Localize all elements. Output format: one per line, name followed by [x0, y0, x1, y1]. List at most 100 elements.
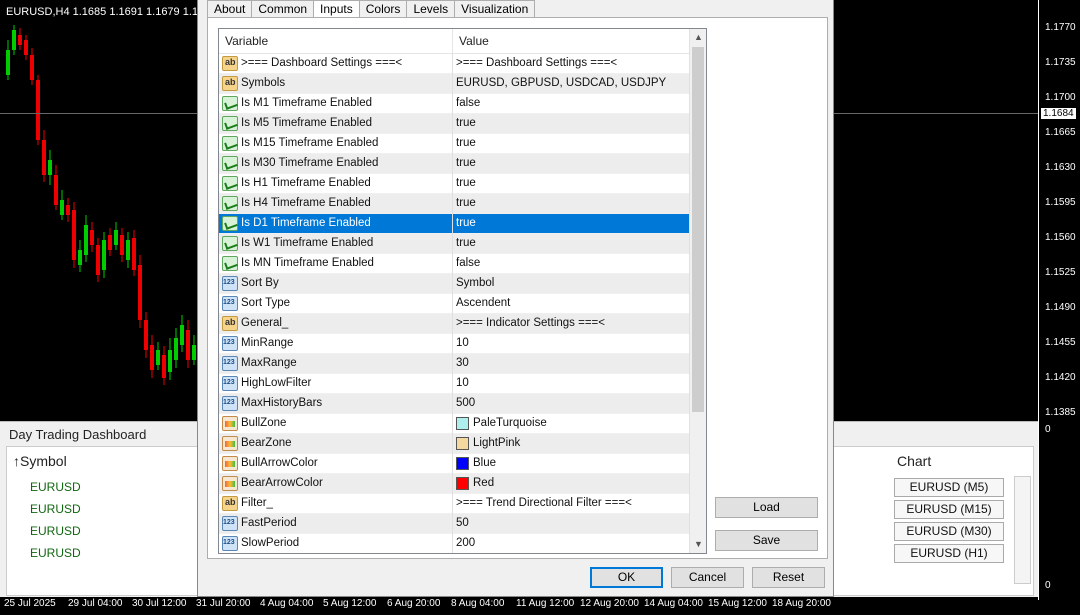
variable-cell[interactable]: Is H4 Timeframe Enabled	[219, 194, 453, 214]
chart-button-m5[interactable]: EURUSD (M5)	[894, 478, 1004, 497]
input-row[interactable]: Is MN Timeframe Enabled false	[219, 254, 689, 274]
symbol-column-header[interactable]: ↑Symbol	[13, 453, 67, 469]
input-row[interactable]: Is M5 Timeframe Enabled true	[219, 114, 689, 134]
tab-visualization[interactable]: Visualization	[455, 0, 536, 18]
value-cell[interactable]: >=== Indicator Settings ===<	[453, 314, 689, 334]
cancel-button[interactable]: Cancel	[671, 567, 744, 588]
input-row[interactable]: HighLowFilter 10	[219, 374, 689, 394]
value-cell[interactable]: Ascendent	[453, 294, 689, 314]
scroll-up-icon[interactable]: ▲	[690, 29, 706, 46]
value-cell[interactable]: 200	[453, 534, 689, 553]
value-cell[interactable]: 10	[453, 334, 689, 354]
variable-column-header[interactable]: Variable	[219, 29, 453, 54]
grid-scrollbar[interactable]: ▲ ▼	[689, 29, 706, 553]
tab-common[interactable]: Common	[252, 0, 315, 18]
variable-cell[interactable]: Sort Type	[219, 294, 453, 314]
variable-cell[interactable]: FastPeriod	[219, 514, 453, 534]
input-row[interactable]: Is D1 Timeframe Enabled true	[219, 214, 689, 234]
variable-cell[interactable]: Sort By	[219, 274, 453, 294]
value-cell[interactable]: false	[453, 254, 689, 274]
variable-cell[interactable]: Is M1 Timeframe Enabled	[219, 94, 453, 114]
variable-cell[interactable]: >=== Dashboard Settings ===<	[219, 54, 453, 74]
value-cell[interactable]: >=== Trend Directional Filter ===<	[453, 494, 689, 514]
variable-cell[interactable]: HighLowFilter	[219, 374, 453, 394]
input-row[interactable]: Symbols EURUSD, GBPUSD, USDCAD, USDJPY	[219, 74, 689, 94]
variable-cell[interactable]: Is D1 Timeframe Enabled	[219, 214, 453, 234]
symbol-item[interactable]: EURUSD	[30, 524, 81, 538]
dashboard-scrollbar[interactable]	[1014, 476, 1031, 584]
value-cell[interactable]: PaleTurquoise	[453, 414, 689, 434]
scroll-thumb[interactable]	[692, 47, 704, 412]
input-row[interactable]: MaxHistoryBars 500	[219, 394, 689, 414]
input-row[interactable]: Sort Type Ascendent	[219, 294, 689, 314]
value-cell[interactable]: true	[453, 234, 689, 254]
input-row[interactable]: FastPeriod 50	[219, 514, 689, 534]
input-row[interactable]: Is M1 Timeframe Enabled false	[219, 94, 689, 114]
value-cell[interactable]: >=== Dashboard Settings ===<	[453, 54, 689, 74]
save-button[interactable]: Save	[715, 530, 818, 551]
input-row[interactable]: MaxRange 30	[219, 354, 689, 374]
input-row[interactable]: MinRange 10	[219, 334, 689, 354]
value-cell[interactable]: true	[453, 194, 689, 214]
input-row[interactable]: Is M30 Timeframe Enabled true	[219, 154, 689, 174]
tab-about[interactable]: About	[207, 0, 253, 18]
value-cell[interactable]: false	[453, 94, 689, 114]
value-cell[interactable]: 500	[453, 394, 689, 414]
symbol-item[interactable]: EURUSD	[30, 546, 81, 560]
input-row[interactable]: Is H1 Timeframe Enabled true	[219, 174, 689, 194]
variable-cell[interactable]: BullArrowColor	[219, 454, 453, 474]
value-column-header[interactable]: Value	[453, 29, 689, 54]
variable-cell[interactable]: Is MN Timeframe Enabled	[219, 254, 453, 274]
variable-cell[interactable]: BearArrowColor	[219, 474, 453, 494]
value-cell[interactable]: EURUSD, GBPUSD, USDCAD, USDJPY	[453, 74, 689, 94]
value-cell[interactable]: true	[453, 114, 689, 134]
value-cell[interactable]: Blue	[453, 454, 689, 474]
ok-button[interactable]: OK	[590, 567, 663, 588]
value-cell[interactable]: true	[453, 214, 689, 234]
reset-button[interactable]: Reset	[752, 567, 825, 588]
load-button[interactable]: Load	[715, 497, 818, 518]
chart-button-m15[interactable]: EURUSD (M15)	[894, 500, 1004, 519]
variable-cell[interactable]: BullZone	[219, 414, 453, 434]
input-row[interactable]: Is W1 Timeframe Enabled true	[219, 234, 689, 254]
value-cell[interactable]: 50	[453, 514, 689, 534]
chart-button-h1[interactable]: EURUSD (H1)	[894, 544, 1004, 563]
variable-cell[interactable]: Is M15 Timeframe Enabled	[219, 134, 453, 154]
tab-levels[interactable]: Levels	[407, 0, 456, 18]
chart-button-m30[interactable]: EURUSD (M30)	[894, 522, 1004, 541]
variable-cell[interactable]: Is W1 Timeframe Enabled	[219, 234, 453, 254]
variable-cell[interactable]: Symbols	[219, 74, 453, 94]
input-row[interactable]: Sort By Symbol	[219, 274, 689, 294]
input-row[interactable]: BullArrowColor Blue	[219, 454, 689, 474]
variable-cell[interactable]: Is H1 Timeframe Enabled	[219, 174, 453, 194]
value-cell[interactable]: true	[453, 134, 689, 154]
value-cell[interactable]: 30	[453, 354, 689, 374]
input-row[interactable]: Is H4 Timeframe Enabled true	[219, 194, 689, 214]
symbol-item[interactable]: EURUSD	[30, 502, 81, 516]
input-row[interactable]: BullZone PaleTurquoise	[219, 414, 689, 434]
scroll-down-icon[interactable]: ▼	[690, 536, 706, 553]
variable-cell[interactable]: MinRange	[219, 334, 453, 354]
input-row[interactable]: >=== Dashboard Settings ===< >=== Dashboa…	[219, 54, 689, 74]
price-axis[interactable]: 1.1770 1.1735 1.1700 1.1684 1.1665 1.1630 1.15…	[1038, 0, 1080, 600]
input-row[interactable]: Is M15 Timeframe Enabled true	[219, 134, 689, 154]
variable-cell[interactable]: General_	[219, 314, 453, 334]
time-axis[interactable]: 25 Jul 2025 29 Jul 04:00 30 Jul 12:00 31 Ju…	[0, 596, 1038, 615]
input-row[interactable]: SlowPeriod 200	[219, 534, 689, 553]
input-row[interactable]: General_ >=== Indicator Settings ===<	[219, 314, 689, 334]
variable-cell[interactable]: MaxRange	[219, 354, 453, 374]
value-cell[interactable]: LightPink	[453, 434, 689, 454]
variable-cell[interactable]: Is M30 Timeframe Enabled	[219, 154, 453, 174]
variable-cell[interactable]: Filter_	[219, 494, 453, 514]
tab-colors[interactable]: Colors	[359, 0, 408, 18]
input-row[interactable]: BearZone LightPink	[219, 434, 689, 454]
input-row[interactable]: BearArrowColor Red	[219, 474, 689, 494]
value-cell[interactable]: true	[453, 174, 689, 194]
variable-cell[interactable]: Is M5 Timeframe Enabled	[219, 114, 453, 134]
value-cell[interactable]: Symbol	[453, 274, 689, 294]
input-row[interactable]: Filter_ >=== Trend Directional Filter ===…	[219, 494, 689, 514]
symbol-item[interactable]: EURUSD	[30, 480, 81, 494]
value-cell[interactable]: Red	[453, 474, 689, 494]
value-cell[interactable]: 10	[453, 374, 689, 394]
variable-cell[interactable]: BearZone	[219, 434, 453, 454]
